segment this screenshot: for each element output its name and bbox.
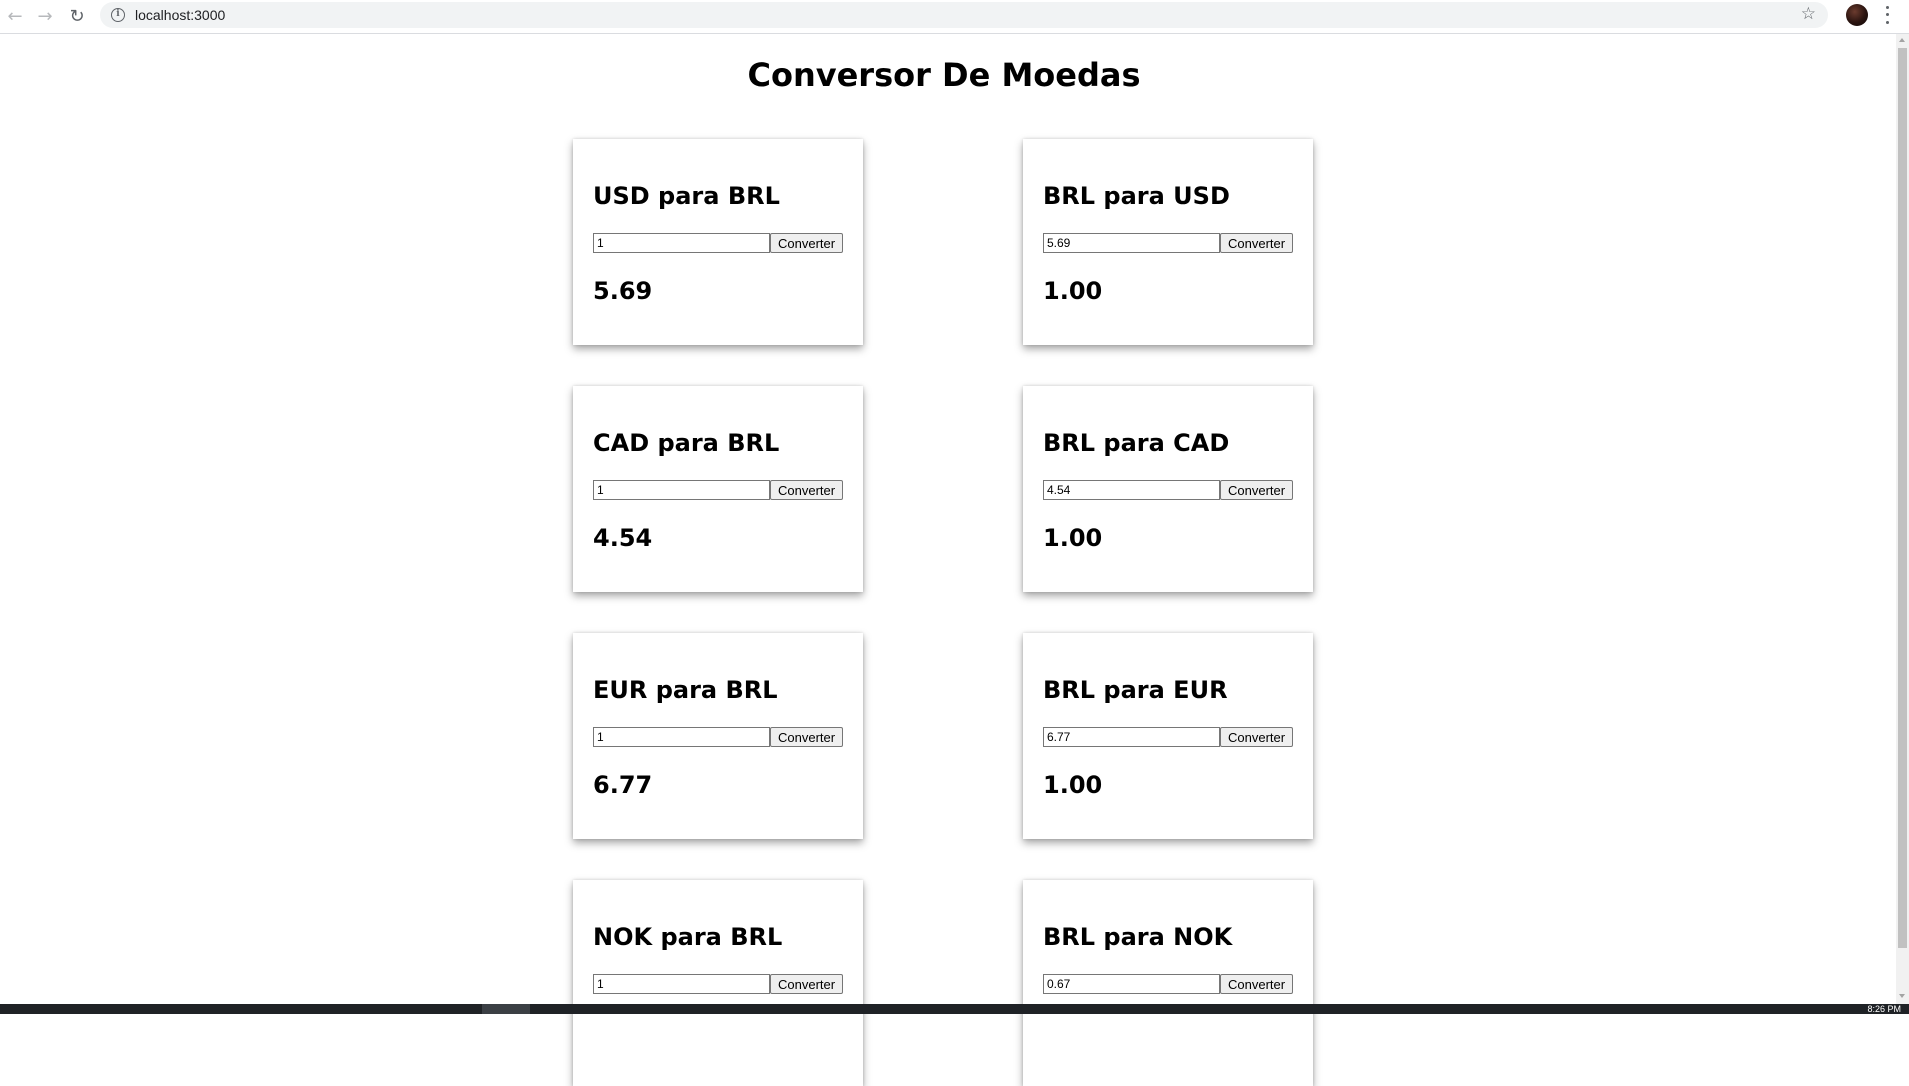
- site-info-icon[interactable]: i: [111, 8, 125, 22]
- amount-input[interactable]: [1043, 480, 1220, 500]
- conversion-result: 1.00: [1043, 277, 1103, 305]
- amount-input[interactable]: [593, 480, 770, 500]
- card-title: USD para BRL: [593, 182, 780, 210]
- reload-icon[interactable]: ↻: [64, 3, 90, 29]
- converter-card: BRL para EUR Converter 1.00: [1023, 633, 1313, 839]
- scroll-up-arrow-icon[interactable]: [1899, 38, 1905, 42]
- scroll-down-arrow-icon[interactable]: [1899, 994, 1905, 998]
- profile-avatar[interactable]: [1846, 4, 1868, 26]
- conversion-result: 4.54: [593, 524, 653, 552]
- forward-arrow-icon[interactable]: →: [32, 3, 58, 29]
- address-url: localhost:3000: [135, 7, 226, 23]
- taskbar-clock: 8:26 PM: [1867, 1004, 1901, 1014]
- amount-input[interactable]: [593, 727, 770, 747]
- convert-button[interactable]: Converter: [1220, 974, 1294, 994]
- conversion-result: 1.00: [1043, 771, 1103, 799]
- card-title: BRL para CAD: [1043, 429, 1230, 457]
- convert-button[interactable]: Converter: [770, 233, 844, 253]
- convert-button[interactable]: Converter: [1220, 727, 1294, 747]
- browser-toolbar: ← → ↻ i localhost:3000 ☆: [0, 0, 1909, 34]
- card-title: BRL para USD: [1043, 182, 1230, 210]
- converter-card: BRL para NOK Converter: [1023, 880, 1313, 1086]
- scrollbar-thumb[interactable]: [1898, 48, 1907, 948]
- card-title: BRL para EUR: [1043, 676, 1228, 704]
- converter-card: USD para BRL Converter 5.69: [573, 139, 863, 345]
- convert-button[interactable]: Converter: [1220, 480, 1294, 500]
- conversion-result: 5.69: [593, 277, 653, 305]
- convert-button[interactable]: Converter: [770, 974, 844, 994]
- convert-button[interactable]: Converter: [1220, 233, 1294, 253]
- os-taskbar: 8:26 PM: [0, 1004, 1909, 1014]
- converter-card: EUR para BRL Converter 6.77: [573, 633, 863, 839]
- convert-button[interactable]: Converter: [770, 480, 844, 500]
- conversion-result: 6.77: [593, 771, 653, 799]
- amount-input[interactable]: [593, 233, 770, 253]
- page-scrollbar[interactable]: [1896, 34, 1909, 1004]
- back-arrow-icon[interactable]: ←: [2, 3, 28, 29]
- amount-input[interactable]: [1043, 727, 1220, 747]
- card-title: EUR para BRL: [593, 676, 778, 704]
- conversion-result: 1.00: [1043, 524, 1103, 552]
- browser-menu-icon[interactable]: [1884, 4, 1890, 26]
- card-title: NOK para BRL: [593, 923, 783, 951]
- page-title: Conversor De Moedas: [747, 56, 1141, 94]
- converter-card: BRL para USD Converter 1.00: [1023, 139, 1313, 345]
- converter-card: CAD para BRL Converter 4.54: [573, 386, 863, 592]
- bookmark-star-icon[interactable]: ☆: [1801, 4, 1816, 24]
- converter-card: NOK para BRL Converter: [573, 880, 863, 1086]
- converter-card: BRL para CAD Converter 1.00: [1023, 386, 1313, 592]
- card-title: CAD para BRL: [593, 429, 780, 457]
- convert-button[interactable]: Converter: [770, 727, 844, 747]
- amount-input[interactable]: [1043, 974, 1220, 994]
- amount-input[interactable]: [1043, 233, 1220, 253]
- amount-input[interactable]: [593, 974, 770, 994]
- address-bar[interactable]: i localhost:3000 ☆: [100, 2, 1828, 28]
- taskbar-active-app[interactable]: [482, 1004, 530, 1014]
- card-title: BRL para NOK: [1043, 923, 1233, 951]
